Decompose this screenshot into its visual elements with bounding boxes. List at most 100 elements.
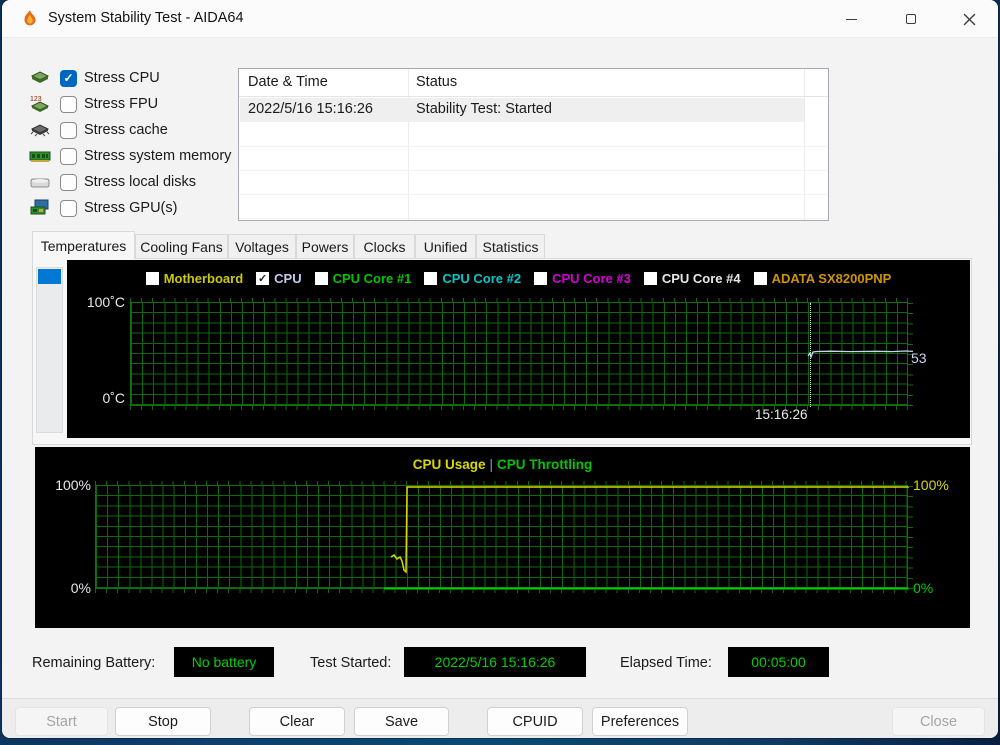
stop-button[interactable]: Stop	[115, 707, 211, 736]
window-title: System Stability Test - AIDA64	[48, 10, 244, 26]
check-icon: ✓	[63, 71, 74, 85]
gpu-card-icon	[30, 199, 49, 215]
stress-disks-checkbox[interactable]	[60, 173, 77, 191]
stress-gpu-checkbox[interactable]	[60, 199, 77, 217]
tab-label: Unified	[423, 239, 468, 255]
legend-label: ADATA SX8200PNP	[771, 271, 892, 286]
stress-fpu-checkbox[interactable]	[60, 95, 77, 113]
legend-label: CPU	[274, 271, 302, 286]
legend-adata-ssd[interactable]: ADATA SX8200PNP	[753, 271, 892, 286]
start-button[interactable]: Start	[15, 707, 108, 736]
grid-ticks-top	[130, 298, 908, 302]
legend-cpu-core-1[interactable]: CPU Core #1	[314, 271, 412, 286]
col-date-time[interactable]: Date & Time	[248, 74, 328, 90]
legend-checkbox[interactable]	[753, 272, 767, 285]
elapsed-time-value: 00:05:00	[751, 654, 806, 670]
fpu-chip-icon: 123	[30, 96, 50, 112]
cpu-chip-icon	[30, 71, 50, 83]
cpuid-button[interactable]: CPUID	[487, 707, 583, 736]
stress-gpu-label: Stress GPU(s)	[84, 200, 178, 216]
cpu-usage-chart: CPU Usage | CPU Throttling 100% 0% 100% 0%	[35, 447, 970, 628]
screen: System Stability Test - AIDA64 ✓ Stress …	[0, 0, 1000, 745]
stress-memory-label: Stress system memory	[84, 148, 232, 164]
legend-label: CPU Core #4	[661, 271, 741, 286]
memory-module-icon	[29, 151, 51, 162]
tab-label: Clocks	[363, 239, 406, 255]
table-header: Date & Time Status	[239, 69, 828, 97]
tab-label: Statistics	[482, 239, 539, 255]
stress-cpu-checkbox[interactable]: ✓	[60, 69, 77, 87]
tab-voltages[interactable]: Voltages	[228, 234, 296, 259]
temp-y-min-label: 0˚C	[102, 390, 125, 406]
maximize-button[interactable]	[882, 0, 940, 38]
flame-icon	[24, 9, 36, 26]
legend-checkbox-checked[interactable]: ✓	[256, 272, 270, 285]
button-label: Clear	[279, 713, 315, 730]
stress-cpu-row: ✓ Stress CPU	[29, 67, 160, 89]
tab-powers[interactable]: Powers	[296, 234, 354, 259]
legend-label: CPU Core #1	[332, 271, 412, 286]
test-started-label: Test Started:	[310, 655, 392, 671]
tab-unified[interactable]: Unified	[415, 234, 476, 259]
stress-cache-label: Stress cache	[84, 122, 168, 138]
legend-checkbox[interactable]	[314, 272, 328, 285]
legend-cpu[interactable]: ✓ CPU	[256, 271, 302, 286]
stress-fpu-row: 123 Stress FPU	[29, 93, 158, 115]
minimize-button[interactable]	[822, 0, 880, 38]
close-button[interactable]: Close	[892, 707, 985, 736]
legend-label: CPU Core #3	[552, 271, 631, 286]
stress-cpu-label: Stress CPU	[84, 70, 160, 86]
remaining-battery-label: Remaining Battery:	[32, 655, 156, 671]
button-label: Stop	[148, 713, 178, 730]
legend-label: Motherboard	[163, 271, 244, 286]
titlebar: System Stability Test - AIDA64	[2, 0, 998, 38]
check-icon: ✓	[258, 273, 268, 285]
clear-button[interactable]: Clear	[249, 707, 345, 736]
col-status[interactable]: Status	[416, 74, 457, 90]
usage-right-max-label: 100%	[913, 477, 949, 493]
battery-status-box: No battery	[174, 647, 274, 677]
legend-checkbox[interactable]	[534, 272, 548, 285]
button-label: Close	[919, 713, 958, 730]
button-label: Save	[384, 713, 419, 730]
battery-status-value: No battery	[191, 654, 257, 670]
usage-y-min-label: 0%	[70, 580, 91, 596]
grid-ticks-right	[908, 485, 913, 589]
stress-memory-checkbox[interactable]	[60, 147, 77, 165]
legend-cpu-core-2[interactable]: CPU Core #2	[424, 271, 521, 286]
scrollbar-thumb[interactable]	[38, 269, 61, 284]
stress-fpu-label: Stress FPU	[84, 96, 159, 112]
event-log-table: Date & Time Status 2022/5/16 15:16:26 St…	[238, 68, 829, 221]
test-started-box: 2022/5/16 15:16:26	[404, 647, 586, 677]
sensor-scrollbar[interactable]	[36, 267, 63, 433]
legend-checkbox[interactable]	[643, 272, 657, 285]
cpu-temp-value: 53	[911, 350, 927, 366]
usage-line	[390, 486, 909, 574]
save-button[interactable]: Save	[354, 707, 449, 736]
legend-checkbox[interactable]	[424, 272, 438, 285]
cpu-temperature-line	[807, 350, 914, 360]
title-separator: |	[489, 457, 494, 472]
usage-y-max-label: 100%	[55, 477, 91, 493]
tab-label: Powers	[301, 239, 349, 255]
close-window-button[interactable]	[940, 0, 998, 38]
grid-ticks-bottom	[95, 589, 908, 593]
legend-motherboard[interactable]: Motherboard	[145, 271, 244, 286]
table-row[interactable]: 2022/5/16 15:16:26 Stability Test: Start…	[240, 98, 804, 122]
temperature-legend: Motherboard ✓ CPU CPU Core #1 CPU Core #…	[67, 271, 970, 286]
tab-label: Cooling Fans	[140, 239, 223, 255]
tab-label: Voltages	[235, 239, 289, 255]
stability-test-window: System Stability Test - AIDA64 ✓ Stress …	[2, 0, 998, 738]
minimize-icon	[845, 18, 857, 20]
tab-clocks[interactable]: Clocks	[354, 234, 415, 259]
stress-cache-checkbox[interactable]	[60, 121, 77, 139]
tab-cooling-fans[interactable]: Cooling Fans	[135, 234, 228, 259]
tab-statistics[interactable]: Statistics	[476, 234, 545, 259]
legend-label: CPU Core #2	[442, 271, 522, 286]
tab-temperatures[interactable]: Temperatures	[32, 231, 135, 259]
elapsed-time-label: Elapsed Time:	[620, 655, 712, 671]
preferences-button[interactable]: Preferences	[592, 707, 688, 736]
legend-cpu-core-4[interactable]: CPU Core #4	[643, 271, 741, 286]
legend-cpu-core-3[interactable]: CPU Core #3	[534, 271, 631, 286]
legend-checkbox[interactable]	[145, 272, 159, 285]
